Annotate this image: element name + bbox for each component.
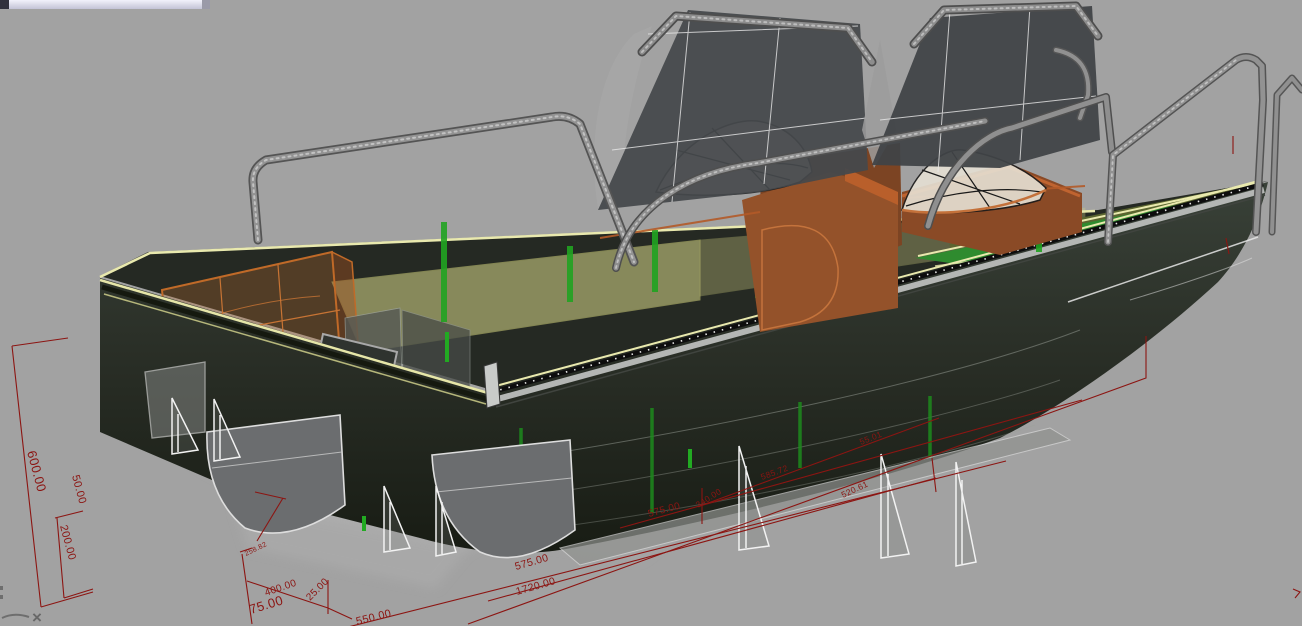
dimension-label[interactable]: 75.00 [247, 592, 284, 616]
dimension-label[interactable]: 50.00 [69, 474, 88, 506]
window-fragment-bar [9, 0, 202, 9]
dimension-label[interactable]: 550.00 [355, 608, 393, 626]
dimension-label[interactable]: 25.00 [304, 576, 331, 603]
axis-indicator: × [0, 586, 42, 626]
window-fragment-notch [202, 0, 210, 9]
cad-viewport[interactable]: 600.00 50.00 200.00 258.82 400.00 25.00 … [0, 0, 1302, 626]
axis-x-label: × [32, 608, 42, 626]
window-fragment [0, 0, 210, 9]
model-canvas: 600.00 50.00 200.00 258.82 400.00 25.00 … [0, 0, 1302, 626]
window-fragment-corner [0, 0, 9, 9]
